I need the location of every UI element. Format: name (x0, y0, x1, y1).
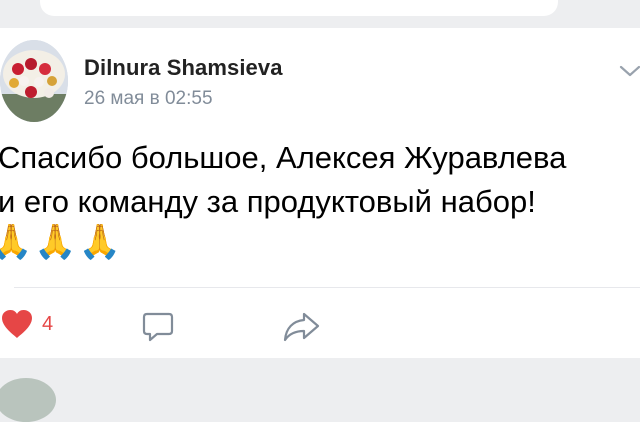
comment-icon (142, 312, 174, 342)
avatar[interactable] (0, 40, 68, 122)
share-button[interactable] (282, 308, 322, 344)
post-divider (14, 287, 640, 288)
heart-icon (2, 310, 32, 338)
prayer-emoji-row: 🙏🙏🙏 (0, 223, 124, 261)
more-icon (619, 65, 640, 77)
more-options-button[interactable] (618, 62, 640, 78)
like-button[interactable]: 4 (0, 306, 53, 342)
next-post-avatar[interactable] (0, 378, 56, 422)
post-text: Спасибо большое, Алексея Журавлева и его… (0, 140, 567, 219)
avatar-image (0, 40, 68, 122)
comment-button[interactable] (140, 308, 176, 344)
post-timestamp[interactable]: 26 мая в 02:55 (84, 88, 213, 110)
share-icon (283, 312, 320, 342)
post-author[interactable]: Dilnura Shamsieva (84, 55, 283, 81)
previous-post-card (40, 0, 558, 16)
like-count: 4 (42, 312, 54, 335)
